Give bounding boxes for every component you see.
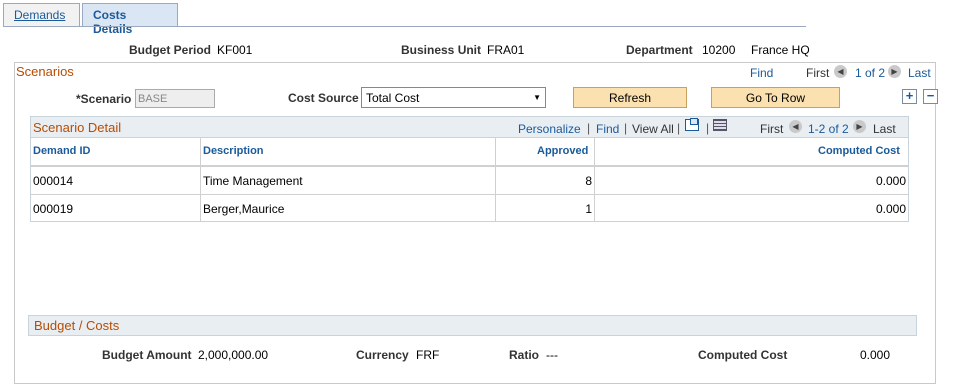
computed-cost: 0.000 xyxy=(875,202,906,216)
computed-cost-label: Computed Cost xyxy=(698,348,788,362)
refresh-button-label: Refresh xyxy=(608,91,652,105)
tab-demands[interactable]: Demands xyxy=(3,3,80,26)
go-to-row-button[interactable]: Go To Row xyxy=(711,87,840,108)
prev-icon[interactable]: ◀ xyxy=(834,65,847,78)
add-row-button[interactable]: + xyxy=(902,89,917,104)
plus-icon: + xyxy=(905,88,914,103)
new-window-icon-inner xyxy=(690,118,698,125)
grid-header-row xyxy=(30,138,909,166)
grid-left-border xyxy=(30,138,31,222)
description: Time Management xyxy=(203,174,303,188)
scenario-detail-title: Scenario Detail xyxy=(33,120,122,135)
separator: | xyxy=(706,121,710,135)
approved: 8 xyxy=(585,174,592,188)
table-row: 000019 Berger,Maurice 1 0.000 xyxy=(31,194,908,222)
computed-cost-value: 0.000 xyxy=(860,348,891,362)
detail-first: First xyxy=(760,122,784,136)
remove-row-button[interactable]: − xyxy=(923,89,938,104)
description: Berger,Maurice xyxy=(203,202,285,216)
department-code: 10200 xyxy=(702,43,736,57)
demand-id: 000019 xyxy=(33,202,74,216)
scenario-field-value: BASE xyxy=(138,93,168,105)
next-icon[interactable]: ▶ xyxy=(888,65,901,78)
approved: 1 xyxy=(585,202,592,216)
prev-icon[interactable]: ◀ xyxy=(789,120,802,133)
separator: | xyxy=(587,121,591,135)
business-unit-label: Business Unit xyxy=(401,43,482,57)
cost-source-label: Cost Source xyxy=(288,91,359,105)
scenario-field[interactable]: BASE xyxy=(135,89,215,108)
tab-demands-label: Demands xyxy=(14,8,66,22)
personalize-link[interactable]: Personalize xyxy=(518,122,581,136)
cost-source-value: Total Cost xyxy=(366,91,420,105)
tab-costs-details-label: Costs Details xyxy=(93,8,133,36)
minus-icon: − xyxy=(926,88,935,103)
demand-id: 000014 xyxy=(33,174,74,188)
detail-find-link[interactable]: Find xyxy=(596,122,619,136)
col-description[interactable]: Description xyxy=(203,145,264,157)
download-grid-icon[interactable] xyxy=(713,119,727,131)
department-label: Department xyxy=(626,43,693,57)
go-to-row-button-label: Go To Row xyxy=(745,91,806,105)
ratio-label: Ratio xyxy=(509,348,539,362)
scenarios-first: First xyxy=(806,66,830,80)
refresh-button[interactable]: Refresh xyxy=(573,87,687,108)
computed-cost: 0.000 xyxy=(875,174,906,188)
col-approved[interactable]: Approved xyxy=(537,145,588,157)
col-computed-cost[interactable]: Computed Cost xyxy=(818,145,900,157)
scenarios-find-link[interactable]: Find xyxy=(750,66,773,80)
new-window-icon[interactable] xyxy=(685,118,699,131)
detail-count: 1-2 of 2 xyxy=(808,122,849,136)
currency-value: FRF xyxy=(416,348,440,362)
view-all-link[interactable]: View All xyxy=(632,122,674,136)
budget-period-value: KF001 xyxy=(217,43,253,57)
department-name: France HQ xyxy=(751,43,810,57)
budget-amount-value: 2,000,000.00 xyxy=(198,348,269,362)
tab-underline xyxy=(3,26,806,27)
separator: | xyxy=(624,121,628,135)
tab-costs-details[interactable]: Costs Details xyxy=(82,3,178,36)
table-row: 000014 Time Management 8 0.000 xyxy=(31,166,908,194)
chevron-down-icon: ▼ xyxy=(533,93,541,102)
budget-amount-label: Budget Amount xyxy=(102,348,192,362)
next-icon[interactable]: ▶ xyxy=(853,120,866,133)
scenarios-last[interactable]: Last xyxy=(908,66,931,80)
scenarios-title: Scenarios xyxy=(16,64,74,79)
cost-source-select[interactable]: Total Cost ▼ xyxy=(361,87,546,108)
budget-period-label: Budget Period xyxy=(129,43,212,57)
col-demand-id[interactable]: Demand ID xyxy=(33,145,90,157)
ratio-value: --- xyxy=(546,348,558,362)
budget-costs-header: Budget / Costs xyxy=(28,315,917,336)
scenarios-count: 1 of 2 xyxy=(855,66,886,80)
separator: | xyxy=(677,121,681,135)
scenario-label: *Scenario xyxy=(76,92,132,106)
business-unit-value: FRA01 xyxy=(487,43,525,57)
grid-right-border xyxy=(908,138,909,222)
detail-last[interactable]: Last xyxy=(873,122,896,136)
currency-label: Currency xyxy=(356,348,409,362)
budget-costs-title: Budget / Costs xyxy=(34,318,120,333)
